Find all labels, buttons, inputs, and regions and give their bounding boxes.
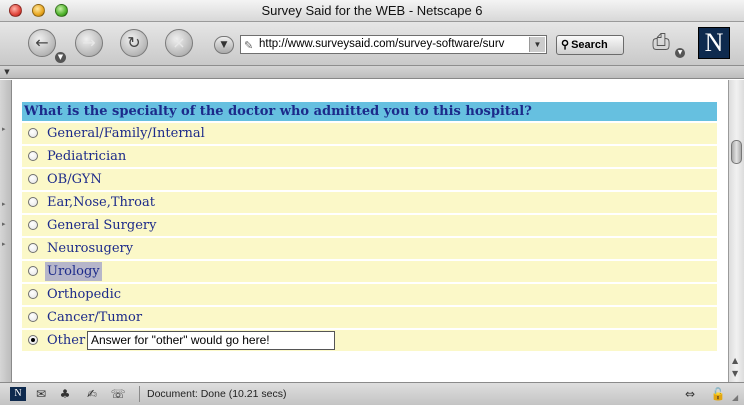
chevron-down-icon: ▼	[220, 40, 228, 50]
option-label[interactable]: Cancer/Tumor	[47, 308, 142, 327]
search-label: Search	[571, 39, 608, 51]
radio-general-surgery[interactable]	[28, 220, 38, 230]
print-dropdown-icon[interactable]: ▼	[675, 48, 685, 58]
option-label[interactable]: General/Family/Internal	[47, 124, 205, 143]
radio-neurosurgery[interactable]	[28, 243, 38, 253]
option-row: Cancer/Tumor	[22, 307, 717, 328]
security-lock-icon[interactable]: 🔓	[710, 387, 726, 401]
option-row: General/Family/Internal	[22, 123, 717, 144]
sidebar-grip-icon: ▸	[2, 220, 6, 228]
status-divider	[139, 386, 140, 402]
forward-button[interactable]: →	[75, 29, 103, 57]
radio-general-family-internal[interactable]	[28, 128, 38, 138]
sidebar-grip-icon: ▸	[2, 125, 6, 133]
option-label[interactable]: OB/GYN	[47, 170, 102, 189]
netscape-small-icon[interactable]: N	[10, 387, 26, 401]
print-icon[interactable]: ⎙	[645, 30, 677, 56]
url-text: http://www.surveysaid.com/survey-softwar…	[259, 38, 505, 50]
option-row: OB/GYN	[22, 169, 717, 190]
back-button[interactable]: ←	[28, 29, 56, 57]
option-label[interactable]: General Surgery	[47, 216, 156, 235]
navigation-toolbar: ← ▼ → ↻ × ▼ ✎ http://www.surveysaid.com/…	[0, 22, 744, 66]
radio-ear-nose-throat[interactable]	[28, 197, 38, 207]
radio-urology[interactable]	[28, 266, 38, 276]
toolbar-collapse-bar: ▼	[0, 66, 744, 79]
search-button[interactable]: ⚲ Search	[556, 35, 624, 55]
radio-other[interactable]	[28, 335, 38, 345]
scroll-down-arrow-icon[interactable]: ▼	[732, 369, 738, 378]
page-proxy-icon[interactable]: ✎	[244, 38, 253, 53]
scrollbar-thumb[interactable]	[731, 140, 742, 164]
question-heading: What is the specialty of the doctor who …	[22, 102, 717, 121]
option-row: General Surgery	[22, 215, 717, 236]
option-row: Ear,Nose,Throat	[22, 192, 717, 213]
radio-cancer-tumor[interactable]	[28, 312, 38, 322]
option-label-highlighted[interactable]: Urology	[45, 262, 102, 281]
forward-arrow-icon: →	[82, 33, 96, 52]
vertical-scrollbar[interactable]: ▲ ▼	[728, 80, 744, 382]
status-message: Document: Done (10.21 secs)	[147, 388, 287, 400]
address-book-icon[interactable]: ☏	[110, 387, 126, 401]
back-arrow-icon: ←	[35, 33, 49, 52]
resize-grip-icon[interactable]: ◢	[732, 393, 742, 403]
title-bar: Survey Said for the WEB - Netscape 6	[0, 0, 744, 22]
option-label[interactable]: Orthopedic	[47, 285, 121, 304]
netscape-logo-icon[interactable]: N	[698, 27, 730, 59]
url-history-dropdown-icon[interactable]: ▼	[529, 37, 545, 52]
option-label[interactable]: Ear,Nose,Throat	[47, 193, 155, 212]
back-history-dropdown-icon[interactable]: ▼	[55, 52, 66, 63]
option-row: Pediatrician	[22, 146, 717, 167]
radio-ob-gyn[interactable]	[28, 174, 38, 184]
mail-icon[interactable]: ✉	[33, 387, 49, 401]
online-status-icon[interactable]: ⇔	[678, 387, 702, 401]
option-label[interactable]: Other	[47, 331, 85, 350]
sidebar-grip-icon: ▸	[2, 200, 6, 208]
radio-pediatrician[interactable]	[28, 151, 38, 161]
url-field[interactable]: ✎ http://www.surveysaid.com/survey-softw…	[240, 35, 547, 54]
option-row: Urology	[22, 261, 717, 282]
scroll-up-arrow-icon[interactable]: ▲	[732, 356, 738, 365]
radio-orthopedic[interactable]	[28, 289, 38, 299]
reload-button[interactable]: ↻	[120, 29, 148, 57]
reload-icon: ↻	[127, 33, 141, 52]
option-label[interactable]: Pediatrician	[47, 147, 126, 166]
magnifier-icon: ⚲	[561, 39, 570, 51]
stop-button[interactable]: ×	[165, 29, 193, 57]
status-bar: N ✉ ♣ ✍ ☏ Document: Done (10.21 secs) ⇔ …	[0, 382, 744, 405]
sidebar-tab[interactable]: ▸ ▸ ▸ ▸	[0, 80, 12, 382]
option-row: Orthopedic	[22, 284, 717, 305]
page-content: What is the specialty of the doctor who …	[12, 80, 728, 382]
collapse-toolbar-icon[interactable]: ▼	[2, 67, 12, 77]
instant-messenger-icon[interactable]: ♣	[57, 387, 73, 401]
sidebar-grip-icon: ▸	[2, 240, 6, 248]
composer-icon[interactable]: ✍	[84, 387, 100, 401]
bookmark-dropdown-button[interactable]: ▼	[214, 36, 234, 54]
other-answer-input[interactable]: Answer for "other" would go here!	[87, 331, 335, 350]
window-title: Survey Said for the WEB - Netscape 6	[261, 3, 483, 18]
option-label[interactable]: Neurosugery	[47, 239, 133, 258]
option-row: Neurosugery	[22, 238, 717, 259]
answer-options: General/Family/Internal Pediatrician OB/…	[22, 123, 717, 353]
option-row: Other Answer for "other" would go here!	[22, 330, 717, 351]
stop-icon: ×	[172, 33, 186, 52]
